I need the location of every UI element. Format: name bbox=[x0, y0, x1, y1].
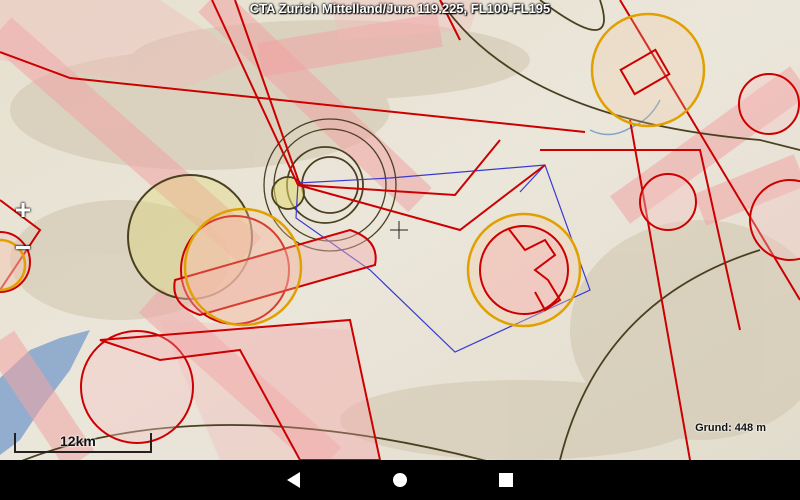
android-nav-bar bbox=[0, 460, 800, 500]
airfield-marker bbox=[466, 212, 582, 328]
back-icon[interactable] bbox=[282, 468, 306, 492]
scale-label: 12km bbox=[60, 433, 96, 449]
zoom-out-button[interactable]: − bbox=[8, 234, 38, 262]
recents-icon[interactable] bbox=[494, 468, 518, 492]
scale-bar: 12km bbox=[14, 433, 152, 453]
airspace-map[interactable] bbox=[0, 0, 800, 460]
zoom-in-button[interactable]: + bbox=[8, 196, 38, 224]
home-icon[interactable] bbox=[388, 468, 412, 492]
ground-elevation: Grund: 448 m bbox=[695, 422, 766, 434]
